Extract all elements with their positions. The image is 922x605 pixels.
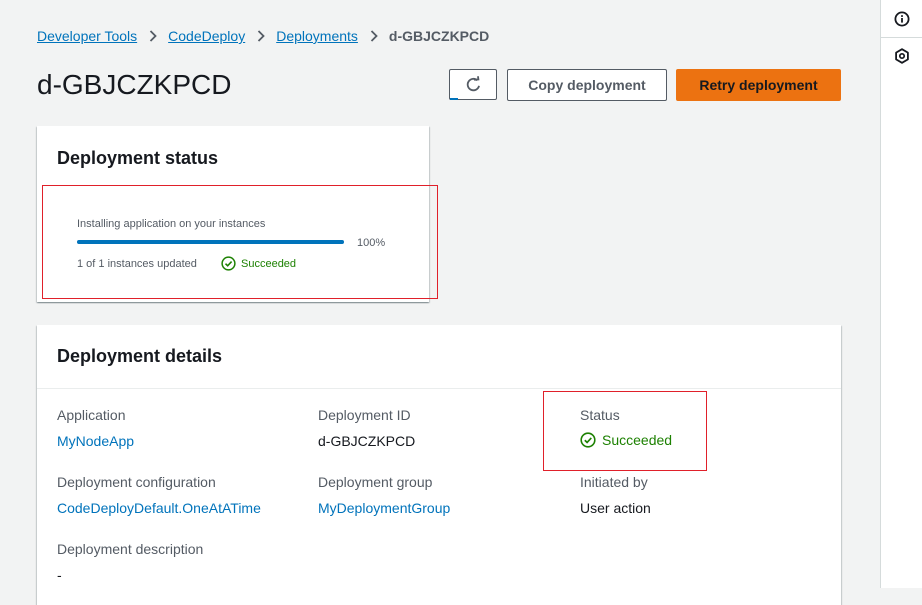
- chevron-right-icon: [149, 30, 157, 42]
- status-value: Succeeded: [580, 432, 672, 448]
- deployment-details-title: Deployment details: [57, 346, 223, 366]
- divider: [881, 37, 922, 38]
- progress-bar: [77, 240, 344, 244]
- initiated-by-label: Initiated by: [580, 474, 648, 490]
- main-content: Developer Tools CodeDeploy Deployments d…: [0, 0, 880, 605]
- application-link[interactable]: MyNodeApp: [57, 433, 134, 449]
- breadcrumb: Developer Tools CodeDeploy Deployments d…: [37, 28, 489, 44]
- divider: [37, 388, 841, 389]
- deployment-id-label: Deployment ID: [318, 407, 411, 423]
- breadcrumb-codedeploy[interactable]: CodeDeploy: [168, 28, 245, 44]
- chevron-right-icon: [257, 30, 265, 42]
- deployment-status-title: Deployment status: [57, 148, 219, 168]
- progress-label: Installing application on your instances: [77, 218, 266, 230]
- progress-percent: 100%: [357, 237, 386, 249]
- right-rail: [880, 0, 922, 588]
- info-icon: [894, 11, 910, 27]
- deployment-group-label: Deployment group: [318, 474, 433, 490]
- breadcrumb-developer-tools[interactable]: Developer Tools: [37, 28, 137, 44]
- retry-deployment-button[interactable]: Retry deployment: [676, 69, 841, 101]
- instances-updated-text: 1 of 1 instances updated: [77, 258, 197, 270]
- page-title: d-GBJCZKPCD: [37, 69, 232, 100]
- breadcrumb-current: d-GBJCZKPCD: [388, 28, 490, 44]
- tools-icon: [895, 48, 909, 64]
- status-label: Status: [580, 407, 620, 423]
- status-value-label: Succeeded: [602, 432, 673, 448]
- chevron-right-icon: [370, 30, 378, 42]
- check-circle-icon: [580, 432, 596, 448]
- deployment-description-value: -: [57, 567, 62, 583]
- tools-button[interactable]: [890, 44, 914, 68]
- refresh-button[interactable]: [449, 69, 497, 100]
- deployment-id-value: d-GBJCZKPCD: [318, 433, 416, 449]
- application-label: Application: [57, 407, 126, 423]
- deployment-group-link[interactable]: MyDeploymentGroup: [318, 500, 450, 516]
- breadcrumb-deployments[interactable]: Deployments: [276, 28, 358, 44]
- deployment-description-label: Deployment description: [57, 541, 204, 557]
- deployment-status-panel: Deployment status Installing application…: [37, 126, 429, 302]
- focus-indicator: [450, 98, 458, 100]
- deployment-configuration-label: Deployment configuration: [57, 474, 216, 490]
- status-badge-label: Succeeded: [241, 257, 297, 270]
- deployment-details-panel: Deployment details Application MyNodeApp…: [37, 325, 841, 605]
- status-badge: Succeeded: [221, 256, 296, 271]
- progress-bar-fill: [77, 240, 344, 244]
- refresh-icon: [466, 76, 480, 92]
- initiated-by-value: User action: [580, 500, 651, 516]
- check-circle-icon: [221, 256, 236, 271]
- deployment-configuration-link[interactable]: CodeDeployDefault.OneAtATime: [57, 500, 261, 516]
- info-button[interactable]: [890, 7, 914, 31]
- copy-deployment-button[interactable]: Copy deployment: [507, 69, 667, 101]
